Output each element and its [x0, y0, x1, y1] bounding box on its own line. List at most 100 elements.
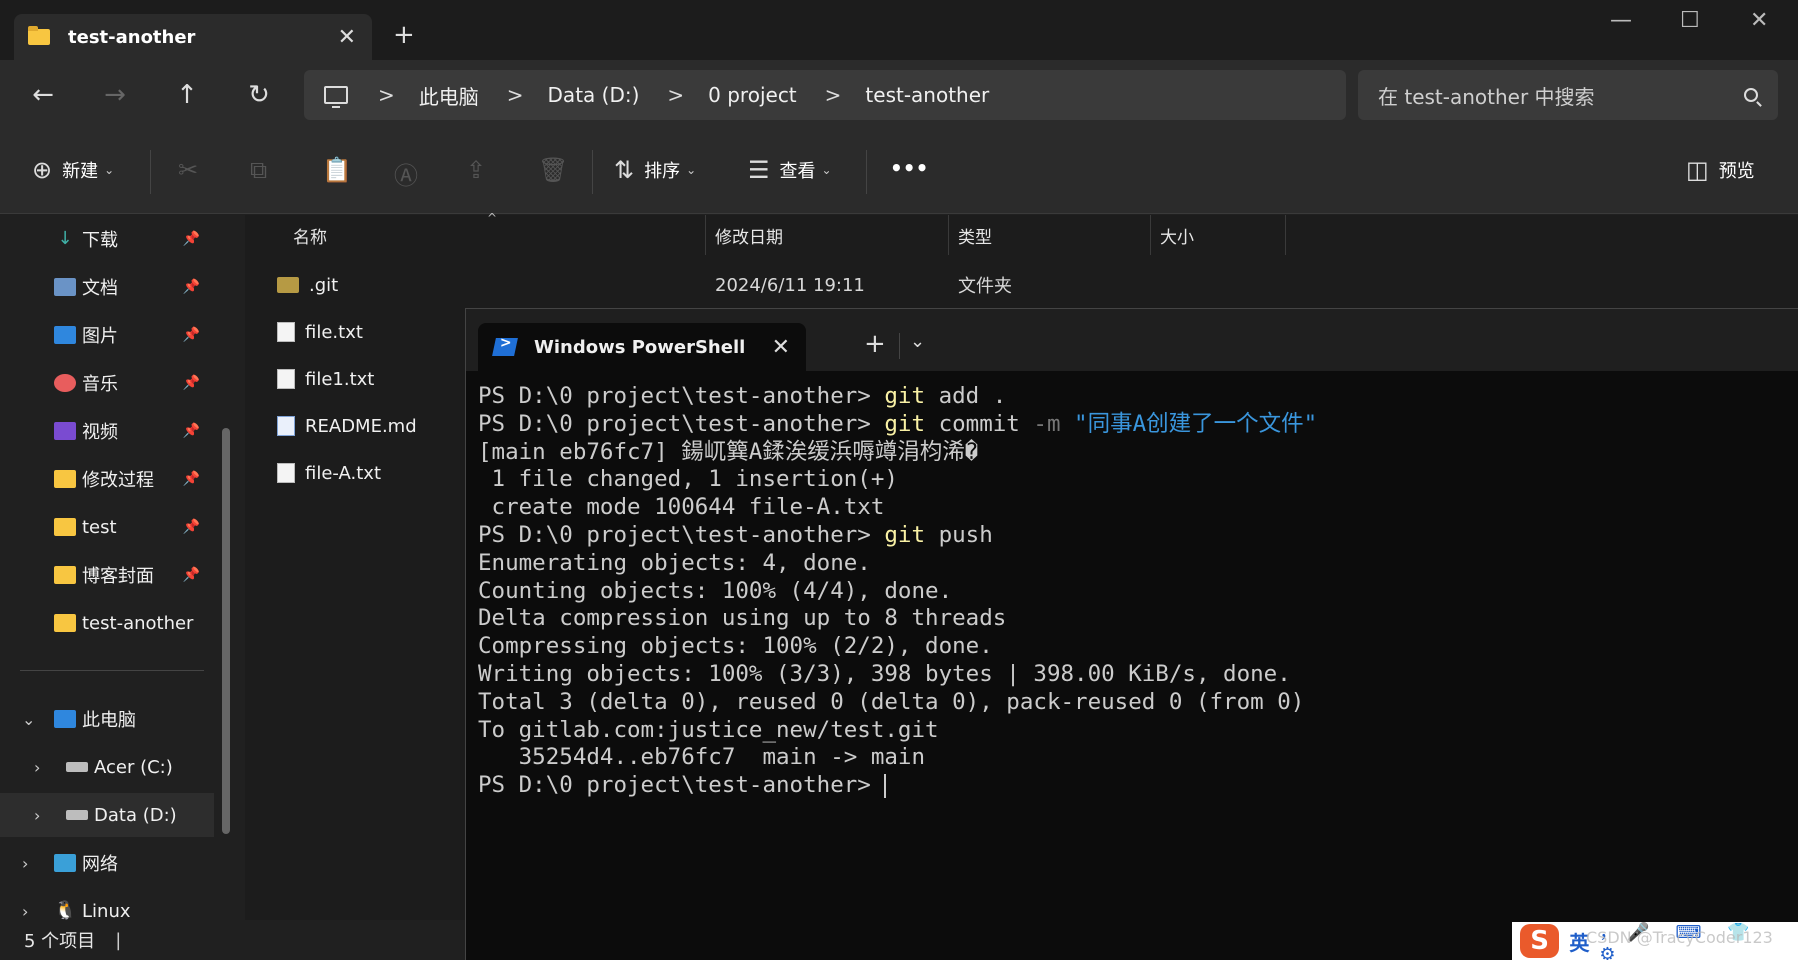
- chevron-down-icon: ⌄: [104, 163, 115, 177]
- paste-icon[interactable]: 📋: [322, 156, 352, 184]
- preview-pane-button[interactable]: ◫ 预览: [1686, 156, 1755, 184]
- sidebar-item-downloads[interactable]: ↓ 下载 📌: [0, 217, 214, 261]
- column-divider[interactable]: [705, 215, 706, 255]
- sidebar-item-test[interactable]: test 📌: [0, 505, 214, 549]
- forward-button[interactable]: →: [98, 80, 132, 110]
- sort-label: 排序: [644, 161, 681, 182]
- chevron-down-icon[interactable]: ⌄: [910, 331, 925, 352]
- sort-button[interactable]: ⇅ 排序 ⌄: [614, 156, 696, 184]
- close-window-button[interactable]: ✕: [1750, 8, 1768, 33]
- breadcrumb-separator: >: [506, 83, 524, 107]
- explorer-tab[interactable]: test-another ✕: [14, 14, 372, 60]
- sidebar-item-music[interactable]: 音乐 📌: [0, 361, 214, 405]
- column-header-type[interactable]: 类型: [958, 215, 992, 255]
- preview-pane-icon: ◫: [1686, 156, 1709, 184]
- sidebar-item-test-another[interactable]: test-another: [0, 601, 214, 645]
- search-input[interactable]: 在 test-another 中搜索: [1358, 70, 1778, 120]
- terminal-text: [main eb76fc7] 鍚屼簨A鍒涘缓浜嗕竴涓枃浠�: [478, 438, 979, 465]
- watermark: CSDN @TracyCoder123: [1586, 928, 1773, 947]
- terminal-text: "同事A创建了一个文件": [1060, 410, 1318, 437]
- search-icon: [1744, 88, 1758, 102]
- sidebar-item-folder[interactable]: 修改过程 📌: [0, 457, 214, 501]
- refresh-button[interactable]: ↻: [242, 80, 276, 110]
- sidebar-item-pictures[interactable]: 图片 📌: [0, 313, 214, 357]
- sidebar-item-label: 网络: [82, 854, 118, 875]
- terminal-line: Total 3 (delta 0), reused 0 (delta 0), p…: [478, 689, 1317, 717]
- folder-icon: [28, 26, 50, 45]
- share-icon[interactable]: ⇪: [466, 156, 486, 184]
- breadcrumb-separator: >: [824, 83, 842, 107]
- computer-icon: [324, 86, 348, 108]
- terminal-line: 35254d4..eb76fc7 main -> main: [478, 744, 1317, 772]
- terminal-line: PS D:\0 project\test-another> git commit…: [478, 411, 1317, 439]
- column-header-size[interactable]: 大小: [1160, 215, 1194, 255]
- view-list-icon: ☰: [748, 156, 770, 184]
- sidebar-item-blog-cover[interactable]: 博客封面 📌: [0, 553, 214, 597]
- sidebar-item-label: 此电脑: [82, 710, 136, 731]
- pin-icon: 📌: [182, 471, 200, 487]
- address-bar[interactable]: > 此电脑 > Data (D:) > 0 project > test-ano…: [304, 70, 1346, 120]
- new-tab-button[interactable]: +: [393, 20, 415, 50]
- breadcrumb-data-drive[interactable]: Data (D:): [548, 83, 640, 107]
- sidebar-item-label: Linux: [82, 900, 131, 922]
- column-divider[interactable]: [948, 215, 949, 255]
- column-divider[interactable]: [1285, 215, 1286, 255]
- terminal-output[interactable]: PS D:\0 project\test-another> git add .P…: [478, 383, 1317, 800]
- sidebar-item-documents[interactable]: 文档 📌: [0, 265, 214, 309]
- breadcrumb-this-pc[interactable]: 此电脑: [419, 81, 479, 110]
- delete-icon[interactable]: 🗑: [538, 156, 568, 184]
- close-tab-icon[interactable]: ✕: [338, 25, 356, 50]
- terminal-text: PS D:\0 project\test-another>: [478, 383, 885, 409]
- close-tab-icon[interactable]: ✕: [772, 335, 790, 360]
- minimize-button[interactable]: —: [1610, 8, 1632, 33]
- chevron-right-icon[interactable]: ›: [34, 806, 40, 825]
- documents-icon: [54, 278, 76, 296]
- sidebar-item-this-pc[interactable]: ⌄ 此电脑: [0, 697, 214, 741]
- terminal-line: PS D:\0 project\test-another> git add .: [478, 383, 1317, 411]
- more-options-button[interactable]: •••: [890, 156, 928, 180]
- breadcrumb-separator: >: [667, 83, 685, 107]
- pin-icon: 📌: [182, 519, 200, 535]
- file-row[interactable]: .git 2024/6/11 19:11 文件夹: [245, 265, 1798, 305]
- breadcrumb-separator: >: [378, 83, 395, 107]
- sort-ascending-icon: ^: [487, 211, 498, 225]
- view-button[interactable]: ☰ 查看 ⌄: [748, 156, 832, 184]
- back-button[interactable]: ←: [26, 80, 60, 110]
- cut-icon[interactable]: ✂: [178, 156, 198, 184]
- sidebar-item-drive-c[interactable]: › Acer (C:): [0, 745, 214, 789]
- new-button[interactable]: ⊕ 新建 ⌄: [32, 156, 114, 184]
- column-header-date[interactable]: 修改日期: [715, 215, 783, 255]
- sidebar-item-network[interactable]: › 网络: [0, 841, 214, 885]
- status-divider: |: [115, 929, 122, 951]
- terminal-text: create mode 100644 file-A.txt: [478, 494, 885, 521]
- breadcrumb-project[interactable]: 0 project: [708, 83, 797, 107]
- text-file-icon: [277, 369, 295, 389]
- text-file-icon: [277, 322, 295, 342]
- chevron-down-icon[interactable]: ⌄: [22, 710, 35, 729]
- sidebar-item-label: 修改过程: [82, 470, 154, 491]
- copy-icon[interactable]: ⧉: [250, 156, 267, 184]
- chevron-right-icon[interactable]: ›: [22, 902, 28, 921]
- sidebar-item-label: 博客封面: [82, 566, 154, 587]
- chevron-right-icon[interactable]: ›: [22, 854, 28, 873]
- column-divider[interactable]: [1150, 215, 1151, 255]
- rename-icon[interactable]: Ⓐ: [394, 156, 418, 191]
- terminal-text: PS D:\0 project\test-another>: [478, 521, 885, 548]
- tab-title: test-another: [68, 26, 196, 48]
- terminal-text: push: [925, 521, 993, 548]
- new-terminal-tab-button[interactable]: +: [864, 329, 886, 359]
- terminal-text: Enumerating objects: 4, done.: [478, 549, 871, 576]
- terminal-tab[interactable]: Windows PowerShell ✕: [478, 323, 806, 371]
- sidebar-item-videos[interactable]: 视频 📌: [0, 409, 214, 453]
- sidebar-item-drive-d[interactable]: › Data (D:): [0, 793, 214, 837]
- sidebar-item-label: Acer (C:): [94, 756, 173, 778]
- chevron-right-icon[interactable]: ›: [34, 758, 40, 777]
- maximize-button[interactable]: ☐: [1680, 8, 1700, 33]
- navigation-pane: ↓ 下载 📌 文档 📌 图片 📌 音乐 📌 视频 📌 修改过程 📌 test 📌…: [0, 215, 240, 922]
- music-icon: [54, 374, 76, 392]
- breadcrumb-current[interactable]: test-another: [865, 83, 989, 107]
- sidebar-scrollbar[interactable]: [222, 428, 230, 834]
- up-button[interactable]: ↑: [170, 80, 204, 110]
- column-header-name[interactable]: 名称: [293, 215, 327, 255]
- terminal-text: git: [884, 410, 926, 437]
